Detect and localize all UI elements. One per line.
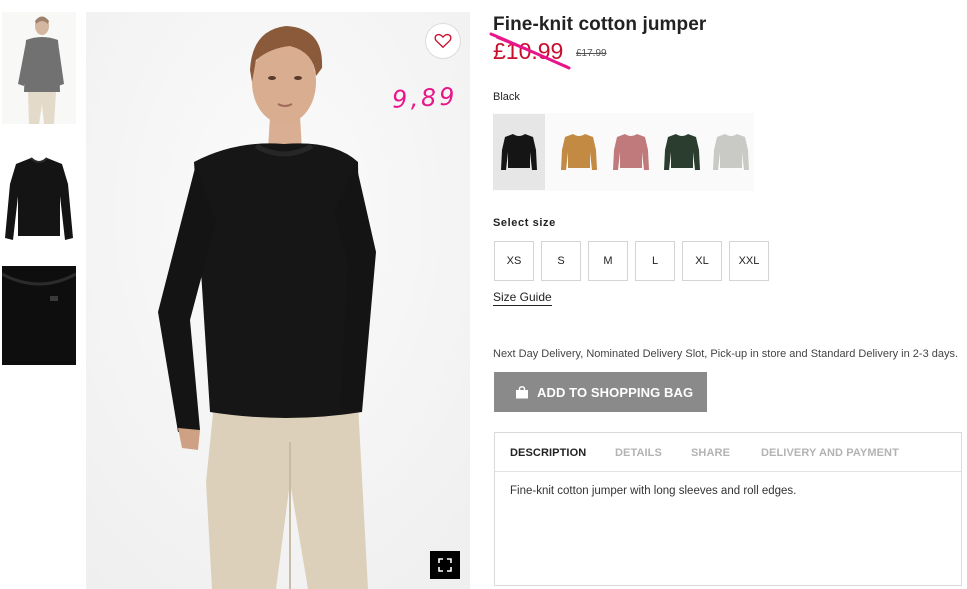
color-swatches (493, 113, 754, 191)
add-to-bag-label: ADD TO SHOPPING BAG (537, 384, 694, 400)
size-guide-link[interactable]: Size Guide (493, 290, 552, 306)
product-tabs: DESCRIPTION DETAILS SHARE DELIVERY AND P… (494, 432, 962, 586)
expand-icon (438, 558, 452, 572)
color-swatch[interactable] (656, 114, 708, 190)
tab-delivery-and-payment[interactable]: DELIVERY AND PAYMENT (761, 447, 899, 459)
jumper-swatch-image (501, 134, 537, 170)
thumbnail-model[interactable] (2, 12, 76, 124)
add-to-bag-button[interactable]: ADD TO SHOPPING BAG (494, 372, 707, 412)
select-size-label: Select size (493, 217, 556, 229)
jumper-swatch-image (664, 134, 700, 170)
thumbnail-closeup[interactable] (2, 266, 76, 365)
size-button-xl[interactable]: XL (682, 241, 722, 281)
size-button-l[interactable]: L (635, 241, 675, 281)
description-text: Fine-knit cotton jumper with long sleeve… (510, 485, 797, 497)
jumper-swatch-image (713, 134, 749, 170)
color-swatch[interactable] (605, 114, 657, 190)
thumbnail-closeup-image (2, 266, 76, 365)
tab-description[interactable]: DESCRIPTION (510, 447, 586, 459)
color-swatch[interactable] (705, 114, 757, 190)
delivery-info: Next Day Delivery, Nominated Delivery Sl… (493, 348, 959, 360)
color-swatch[interactable] (493, 114, 545, 190)
tab-bar: DESCRIPTION DETAILS SHARE DELIVERY AND P… (495, 433, 961, 472)
expand-image-button[interactable] (430, 551, 460, 579)
size-button-s[interactable]: S (541, 241, 581, 281)
favourite-button[interactable] (425, 23, 461, 59)
jumper-swatch-image (561, 134, 597, 170)
shopping-bag-icon (516, 385, 528, 398)
price-block: £10.99 £17.99 (489, 32, 633, 72)
thumbnail-flat-front[interactable] (2, 144, 76, 246)
size-button-m[interactable]: M (588, 241, 628, 281)
size-button-xs[interactable]: XS (494, 241, 534, 281)
size-button-xxl[interactable]: XXL (729, 241, 769, 281)
selected-color-label: Black (493, 91, 520, 103)
tab-share[interactable]: SHARE (691, 447, 730, 459)
tab-details[interactable]: DETAILS (615, 447, 662, 459)
main-product-image[interactable]: 9,89 (86, 12, 470, 589)
thumbnail-model-image (2, 12, 76, 124)
handwritten-price-annotation: 9,89 (391, 82, 459, 114)
original-price: £17.99 (576, 48, 607, 59)
heart-icon (434, 33, 452, 49)
handwritten-strike-mark (489, 32, 571, 70)
color-swatch[interactable] (553, 114, 605, 190)
jumper-swatch-image (613, 134, 649, 170)
thumbnail-jumper-image (2, 144, 76, 246)
